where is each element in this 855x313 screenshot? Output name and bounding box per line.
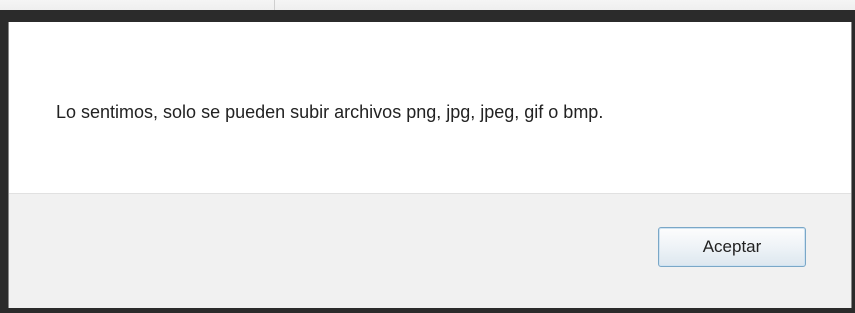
accept-button[interactable]: Aceptar	[658, 227, 806, 267]
dialog-body: Lo sentimos, solo se pueden subir archiv…	[9, 22, 851, 194]
dialog-bottom-edge	[8, 308, 852, 313]
alert-dialog: Lo sentimos, solo se pueden subir archiv…	[8, 22, 852, 308]
dialog-message: Lo sentimos, solo se pueden subir archiv…	[56, 102, 604, 122]
dialog-footer: Aceptar	[9, 194, 851, 308]
screen: Lo sentimos, solo se pueden subir archiv…	[0, 0, 855, 313]
